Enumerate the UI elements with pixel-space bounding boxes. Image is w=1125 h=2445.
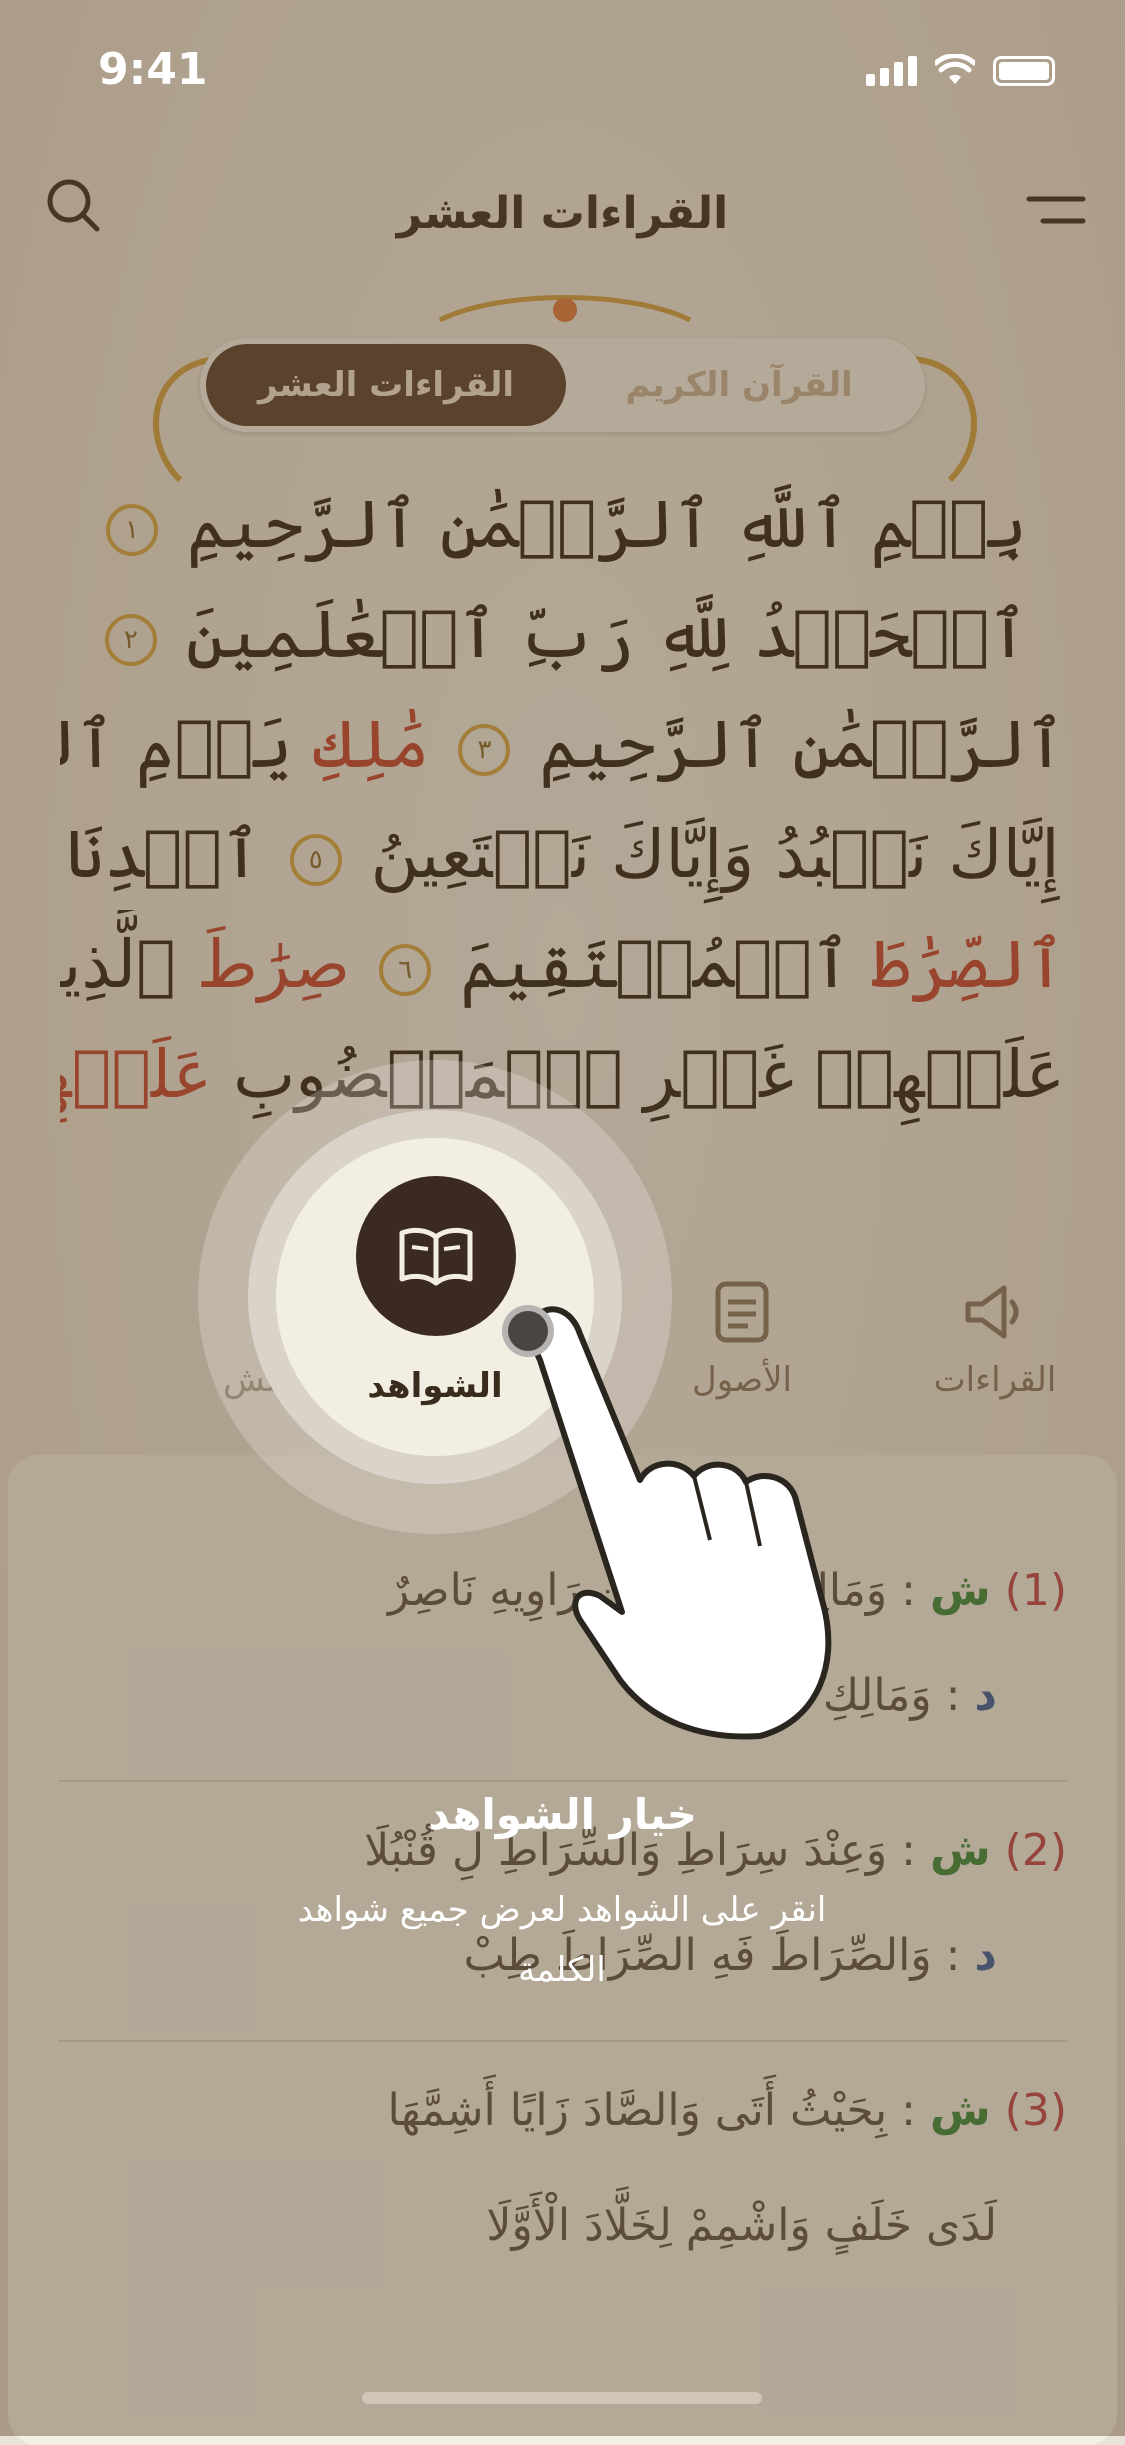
wifi-icon [935,54,975,84]
status-icons [866,54,1055,86]
tooltip-title: خيار الشواهد [427,1790,697,1839]
tooltip-description: انقر على الشواهد لعرض جميع شواهد الكلمة [297,1890,827,1990]
status-bar: 9:41 [0,0,1125,140]
cellular-signal-icon [866,54,917,86]
battery-icon [993,56,1055,86]
open-book-icon [399,1227,473,1286]
status-time: 9:41 [98,44,208,95]
tap-indicator [502,1305,554,1357]
pointing-hand-icon [526,1306,832,1740]
home-indicator[interactable] [362,2392,762,2404]
shawahid-button[interactable] [356,1176,516,1336]
